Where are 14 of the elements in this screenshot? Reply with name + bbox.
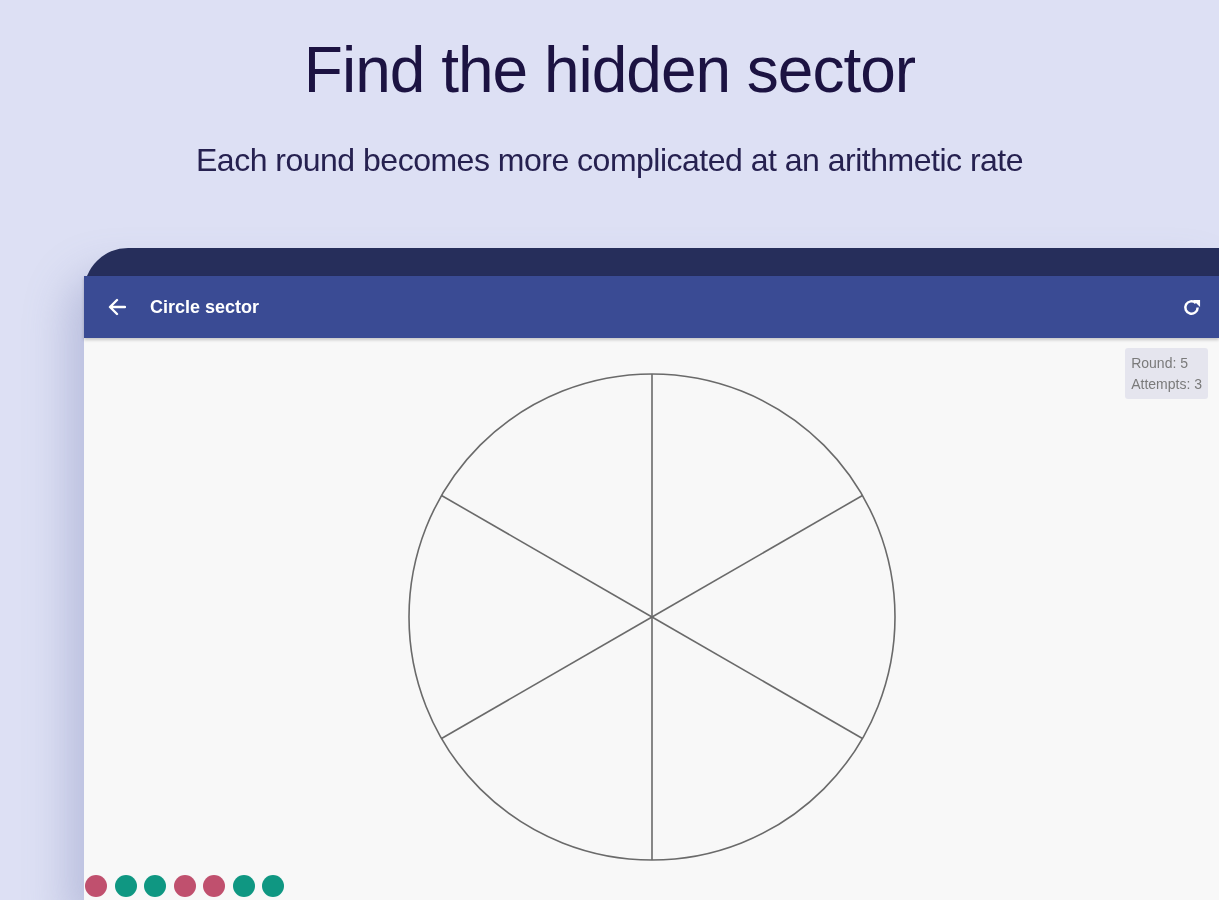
page-subtitle: Each round becomes more complicated at an arithmetic rate — [196, 142, 1023, 178]
stat-text: Attempts: 3 — [1131, 375, 1202, 393]
result-dot-icon — [114, 875, 137, 897]
refresh-icon[interactable] — [1182, 297, 1201, 317]
result-dot-icon — [144, 875, 166, 897]
back-arrow-icon[interactable] — [108, 298, 126, 316]
app-title: Circle sector — [150, 296, 261, 318]
result-dot-icon — [173, 875, 196, 897]
stat-text: Round: 5 — [1131, 354, 1189, 372]
result-dot-icon — [232, 875, 255, 897]
result-dot-icon — [262, 875, 284, 897]
result-dot-icon — [203, 875, 225, 897]
page-title: Find the hidden sector — [303, 34, 916, 106]
result-dot-icon — [85, 875, 107, 897]
